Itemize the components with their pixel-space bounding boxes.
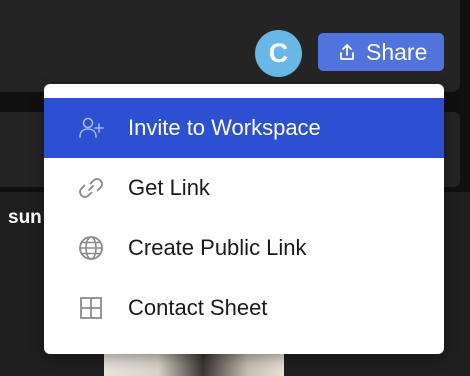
globe-icon: [77, 234, 105, 262]
share-dropdown-menu: Invite to Workspace Get Link Create Publ…: [44, 84, 444, 354]
add-user-icon: [77, 114, 105, 142]
share-icon: [338, 43, 356, 61]
share-button[interactable]: Share: [318, 33, 444, 71]
menu-item-label: Get Link: [128, 175, 210, 200]
content-text: sun: [8, 207, 42, 228]
top-bar: C Share: [0, 0, 460, 92]
menu-item-invite-to-workspace[interactable]: Invite to Workspace: [44, 98, 444, 158]
grid-icon: [77, 294, 105, 322]
menu-item-label: Create Public Link: [128, 235, 307, 260]
menu-item-create-public-link[interactable]: Create Public Link: [44, 218, 444, 278]
app-stage: C Share sun Invite to Workspace Get Link…: [0, 0, 470, 376]
link-icon: [77, 174, 105, 202]
menu-item-label: Invite to Workspace: [128, 115, 321, 140]
menu-item-contact-sheet[interactable]: Contact Sheet: [44, 278, 444, 338]
share-button-label: Share: [366, 38, 428, 65]
menu-item-get-link[interactable]: Get Link: [44, 158, 444, 218]
menu-item-label: Contact Sheet: [128, 295, 268, 320]
avatar[interactable]: C: [255, 30, 302, 77]
